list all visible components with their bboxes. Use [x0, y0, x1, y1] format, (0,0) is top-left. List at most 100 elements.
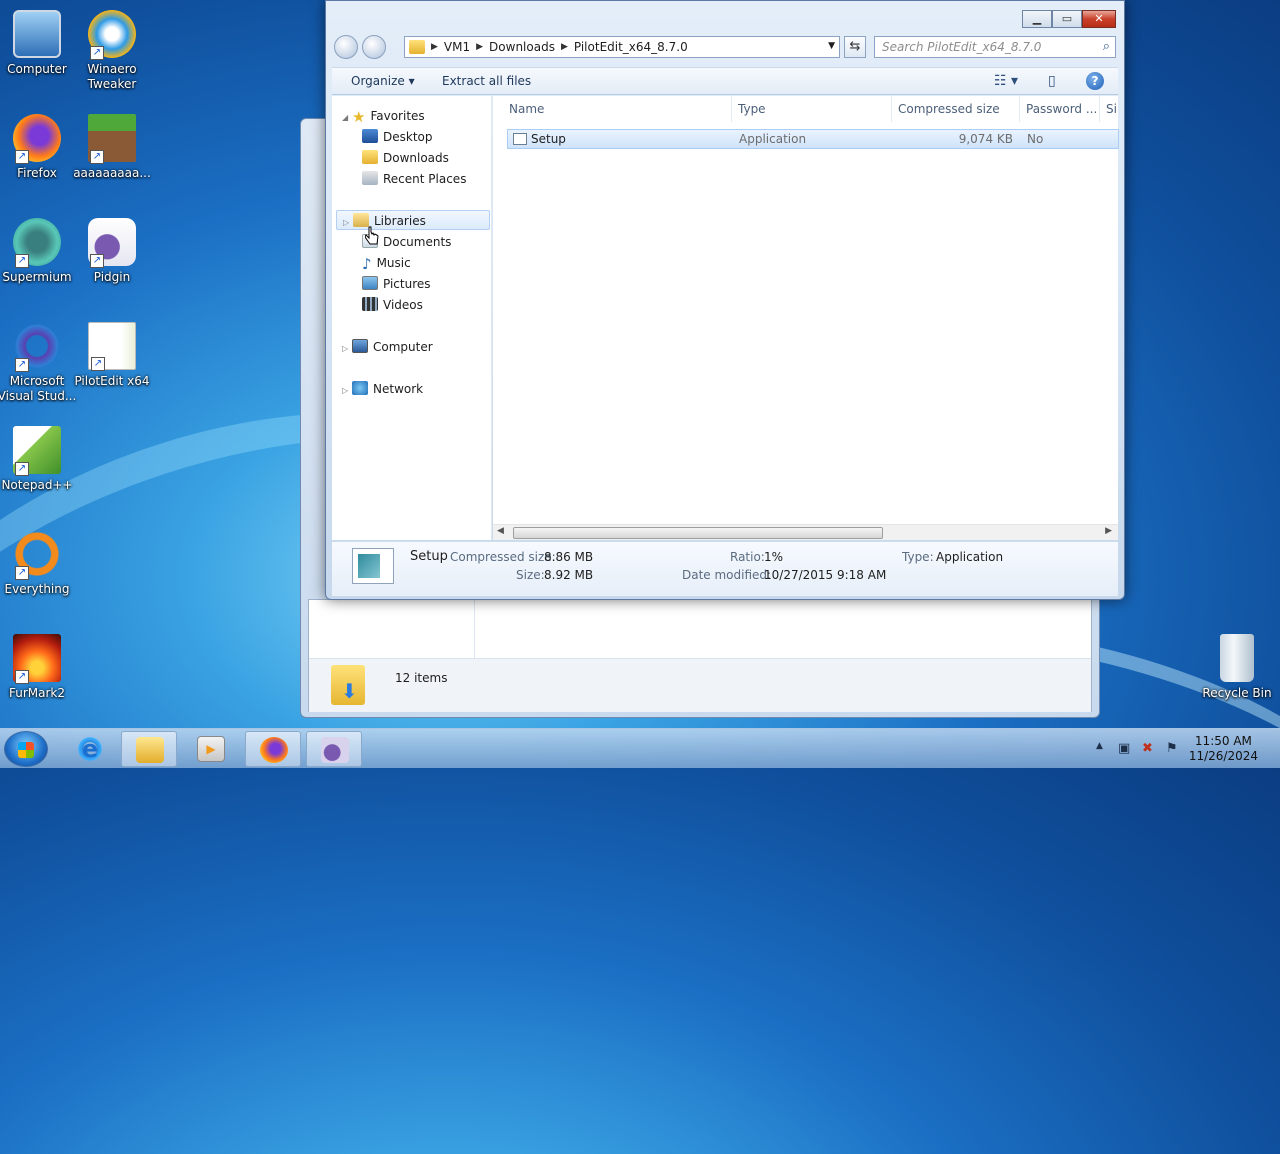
firefox-icon	[260, 737, 288, 763]
archive-explorer-window[interactable]: ▁ ▭ ✕ ▶ VM1 ▶ Downloads ▶ PilotEdit_x64_…	[325, 0, 1125, 600]
nav-computer[interactable]: ▷ Computer	[342, 337, 433, 357]
file-type: Application	[739, 132, 807, 146]
column-header-type[interactable]: Type	[732, 96, 892, 122]
network-tray-icon[interactable]: ▣	[1118, 741, 1130, 756]
nav-pictures[interactable]: Pictures	[362, 274, 431, 294]
column-header-compressed-size[interactable]: Compressed size	[892, 96, 1020, 122]
search-icon[interactable]: ⌕	[1103, 37, 1110, 57]
scroll-left-icon[interactable]: ◀	[497, 526, 504, 536]
expand-triangle-icon[interactable]: ▷	[343, 213, 353, 233]
refresh-button[interactable]: ⇆	[844, 36, 866, 58]
clock-time: 11:50 AM	[1194, 734, 1252, 748]
desktop-icon-notepadpp[interactable]: ↗ Notepad++	[0, 426, 77, 493]
breadcrumb-pilotedit[interactable]: PilotEdit_x64_8.7.0	[574, 40, 688, 54]
desktop-icon-label: FurMark2	[8, 686, 65, 700]
scrollbar-thumb[interactable]	[513, 527, 883, 539]
minimize-button[interactable]: ▁	[1022, 10, 1052, 28]
taskbar-internet-explorer[interactable]: e	[62, 731, 118, 767]
clock[interactable]: 11:50 AM 11/26/2024	[1189, 734, 1258, 764]
nav-recent-places[interactable]: Recent Places	[362, 169, 466, 189]
nav-downloads[interactable]: Downloads	[362, 148, 449, 168]
desktop-icon-label: Firefox	[17, 166, 57, 180]
setup-thumbnail-icon	[352, 548, 394, 584]
details-ratio-label: Ratio:	[730, 550, 765, 564]
address-dropdown-icon[interactable]: ▼	[828, 41, 835, 51]
address-bar[interactable]: ▶ VM1 ▶ Downloads ▶ PilotEdit_x64_8.7.0 …	[404, 36, 840, 58]
taskbar-windows-explorer[interactable]	[121, 731, 177, 767]
desktop-icon-pilotedit[interactable]: ↗ PilotEdit x64	[72, 322, 152, 389]
shortcut-arrow-icon: ↗	[15, 358, 29, 372]
desktop-icon-recycle-bin[interactable]: Recycle Bin	[1197, 634, 1277, 701]
taskbar-pidgin[interactable]	[306, 731, 362, 767]
recycle-bin-icon	[1220, 634, 1254, 682]
desktop-icon-label: Pidgin	[93, 270, 131, 284]
volume-muted-icon[interactable]: ✖	[1142, 741, 1153, 756]
desktop-icon-winaero[interactable]: ↗ Winaero Tweaker	[72, 10, 152, 92]
libraries-icon	[353, 213, 369, 227]
details-file-name: Setup	[410, 549, 448, 564]
desktop-icon-computer[interactable]: Computer	[0, 10, 77, 77]
navigation-pane: ◢ ★ Favorites Desktop Downloads Recent Pla…	[332, 96, 492, 540]
forward-button[interactable]	[362, 35, 386, 59]
maximize-button[interactable]: ▭	[1052, 10, 1082, 28]
close-button[interactable]: ✕	[1082, 10, 1116, 28]
taskbar: e ▶ ▲ ▣ ✖ ⚑ 11:50 AM 11/26/2024	[0, 728, 1280, 768]
desktop-icon-everything[interactable]: ↗ Everything	[0, 530, 77, 597]
details-size: 8.92 MB	[544, 568, 594, 582]
desktop-icon-supermium[interactable]: ↗ Supermium	[0, 218, 77, 285]
scroll-right-icon[interactable]: ▶	[1105, 526, 1112, 536]
expand-triangle-icon[interactable]: ◢	[342, 108, 352, 128]
nav-network[interactable]: ▷ Network	[342, 379, 423, 399]
preview-pane-icon[interactable]: ▯	[1048, 73, 1056, 89]
view-options-icon[interactable]: ☷ ▾	[994, 73, 1018, 89]
downloads-folder-icon	[331, 665, 365, 705]
chevron-right-icon[interactable]: ▶	[476, 42, 483, 52]
minecraft-icon: ↗	[88, 114, 136, 164]
desktop-icon-minecraft[interactable]: ↗ aaaaaaaaa...	[72, 114, 152, 181]
details-size-label: Size:	[516, 568, 545, 582]
file-password: No	[1027, 132, 1044, 146]
desktop-icon-label: Winaero Tweaker	[87, 62, 137, 91]
table-row[interactable]: Setup Application 9,074 KB No	[507, 129, 1119, 149]
notepadpp-icon: ↗	[13, 426, 61, 476]
desktop-icon-pidgin[interactable]: ↗ Pidgin	[72, 218, 152, 285]
help-icon[interactable]: ?	[1086, 72, 1104, 90]
desktop-icon-label: Notepad++	[1, 478, 73, 492]
taskbar-media-player[interactable]: ▶	[183, 731, 239, 767]
column-header-name[interactable]: Name	[503, 96, 732, 122]
chevron-right-icon[interactable]: ▶	[431, 42, 438, 52]
command-toolbar: Organize ▾ Extract all files ☷ ▾ ▯ ?	[332, 67, 1118, 95]
breadcrumb-downloads[interactable]: Downloads	[489, 40, 555, 54]
nav-videos[interactable]: Videos	[362, 295, 423, 315]
column-header-password[interactable]: Password ...	[1020, 96, 1100, 122]
taskbar-firefox[interactable]	[245, 731, 301, 767]
nav-desktop[interactable]: Desktop	[362, 127, 433, 147]
show-hidden-icons-icon[interactable]: ▲	[1096, 741, 1103, 751]
column-header-size[interactable]: Si	[1100, 96, 1118, 122]
expand-triangle-icon[interactable]: ▷	[342, 381, 352, 401]
everything-icon: ↗	[13, 530, 61, 580]
nav-libraries[interactable]: ▷ Libraries	[336, 210, 490, 230]
visual-studio-icon: ↗	[13, 322, 61, 372]
search-input[interactable]: Search PilotEdit_x64_8.7.0 ⌕	[874, 36, 1116, 58]
nav-favorites[interactable]: ◢ ★ Favorites	[342, 106, 425, 126]
nav-music[interactable]: ♪ Music	[362, 253, 411, 273]
expand-triangle-icon[interactable]: ▷	[342, 339, 352, 359]
shortcut-arrow-icon: ↗	[90, 150, 104, 164]
pidgin-icon: ↗	[88, 218, 136, 268]
desktop-icon-label: Supermium	[2, 270, 72, 284]
extract-all-files-button[interactable]: Extract all files	[442, 74, 531, 88]
horizontal-scrollbar[interactable]: ◀ ▶	[493, 524, 1118, 540]
desktop-icon-firefox[interactable]: ↗ Firefox	[0, 114, 77, 181]
action-center-flag-icon[interactable]: ⚑	[1166, 741, 1178, 756]
desktop-icon-visual-studio[interactable]: ↗ Microsoft Visual Stud...	[0, 322, 77, 404]
breadcrumb-vm1[interactable]: VM1	[444, 40, 470, 54]
item-count: 12 items	[395, 671, 448, 685]
organize-button[interactable]: Organize ▾	[351, 74, 415, 88]
chevron-right-icon[interactable]: ▶	[561, 42, 568, 52]
start-button[interactable]	[4, 731, 48, 767]
back-button[interactable]	[334, 35, 358, 59]
pilotedit-icon: ↗	[88, 322, 136, 371]
desktop-icon-furmark[interactable]: ↗ FurMark2	[0, 634, 77, 701]
desktop-icon	[362, 129, 378, 143]
